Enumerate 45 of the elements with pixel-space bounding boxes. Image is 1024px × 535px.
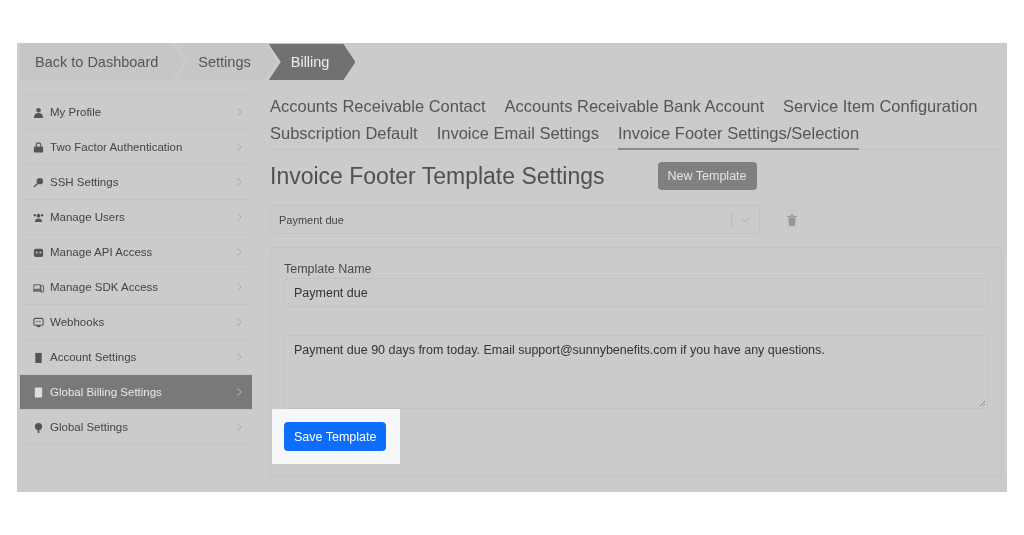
resize-grip-icon[interactable] (978, 399, 986, 407)
sidebar-item[interactable]: Manage SDK Access (20, 270, 252, 305)
users-icon (33, 211, 44, 223)
footer-text-field[interactable]: Payment due 90 days from today. Email support@sunnybenefits.com if you have any questions. (284, 335, 988, 409)
sidebar-item[interactable]: Manage Users (20, 200, 252, 235)
tab[interactable]: Subscription Default (270, 121, 418, 149)
page-heading: Invoice Footer Template Settings (270, 162, 605, 190)
devices-icon (33, 281, 44, 293)
key-icon (33, 176, 44, 188)
monitor-icon (33, 316, 44, 328)
tab[interactable]: Accounts Receivable Bank Account (504, 94, 765, 121)
chevron-icon (236, 107, 242, 117)
robot-icon (33, 246, 44, 258)
chevron-icon (236, 177, 242, 187)
tab[interactable]: Invoice Footer Settings/Selection (618, 121, 860, 150)
save-template-button[interactable]: Save Template (284, 422, 387, 451)
new-template-button[interactable]: New Template (657, 162, 757, 190)
breadcrumb-link[interactable]: Settings (176, 44, 277, 80)
sidebar-item[interactable]: My Profile (20, 95, 252, 130)
sidebar-item[interactable]: Manage API Access (20, 235, 252, 270)
chevron-icon (236, 317, 242, 327)
person-icon (33, 106, 44, 118)
sidebar-item[interactable]: SSH Settings (20, 165, 252, 200)
sidebar-item[interactable]: Global Settings (20, 410, 252, 445)
tab[interactable]: Service Item Configuration (783, 94, 978, 121)
chevron-icon (236, 387, 242, 397)
template-select[interactable]: Payment due (270, 205, 760, 234)
breadcrumb-link[interactable]: Back to Dashboard (20, 44, 185, 80)
chevron-icon (236, 212, 242, 222)
lock-icon (33, 141, 44, 153)
tab[interactable]: Accounts Receivable Contact (270, 94, 486, 121)
chevron-icon (236, 247, 242, 257)
chevron-icon (236, 352, 242, 362)
sidebar-item[interactable]: Global Billing Settings (20, 375, 252, 410)
trash-icon[interactable] (787, 213, 797, 226)
breadcrumb-link[interactable]: Billing (268, 44, 356, 80)
chevron-icon (236, 142, 242, 152)
sidebar-item[interactable]: Two Factor Authentication (20, 130, 252, 165)
field-label: Template Name (284, 262, 373, 276)
chevron-icon (236, 282, 242, 292)
template-name-field[interactable]: Payment due (284, 278, 988, 307)
sidebar-item[interactable]: Webhooks (20, 305, 252, 340)
tab[interactable]: Invoice Email Settings (436, 121, 599, 149)
chevron-icon (236, 422, 242, 432)
caret-icon (741, 216, 750, 223)
